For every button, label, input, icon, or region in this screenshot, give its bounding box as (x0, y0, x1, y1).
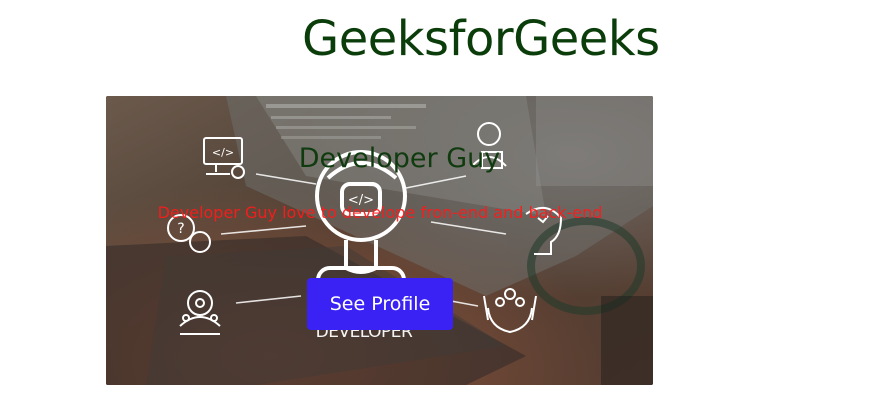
site-title: GeeksforGeeks (302, 11, 660, 67)
profile-card: </> DEVELOPER </> ? Developer Guy Develo… (106, 96, 653, 385)
card-heading: Developer Guy (298, 143, 501, 174)
card-description: Developer Guy love to develope fron-end … (157, 203, 603, 222)
see-profile-button[interactable]: See Profile (307, 278, 453, 330)
